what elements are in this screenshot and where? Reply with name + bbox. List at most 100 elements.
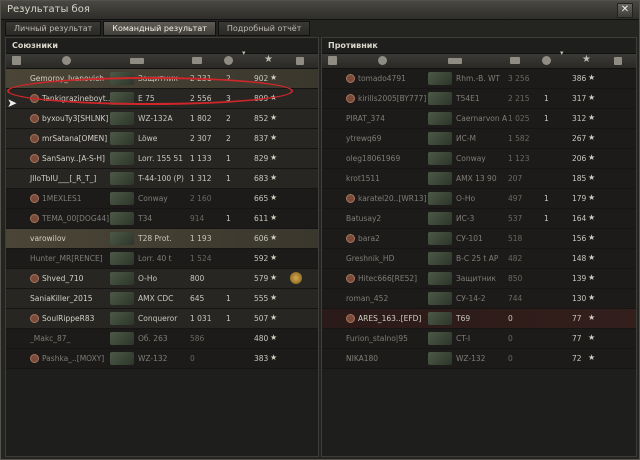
- table-row[interactable]: PIRAT_374 Caernarvon A1 025 1 312 ★: [322, 109, 636, 129]
- player-name[interactable]: roman_452: [346, 294, 388, 303]
- player-name[interactable]: tomado4791: [358, 74, 406, 83]
- table-row[interactable]: Pashka_..[MOXY] WZ-132 0 383 ★: [6, 349, 318, 369]
- table-row[interactable]: mrSatana[OMEN] Löwe 2 307 2 837 ★: [6, 129, 318, 149]
- damage-value: 645: [190, 294, 205, 303]
- tank-name: E 75: [138, 94, 155, 103]
- table-row[interactable]: Batusay2 ИС-3 537 1 164 ★: [322, 209, 636, 229]
- table-row[interactable]: 1MEXLES1 Conway 2 160 665 ★: [6, 189, 318, 209]
- tank-icon: [428, 232, 452, 245]
- damage-icon[interactable]: [510, 57, 520, 64]
- xp-star-icon: ★: [588, 153, 596, 162]
- table-row[interactable]: ytrewq69 ИС-М 1 582 267 ★: [322, 129, 636, 149]
- player-icon[interactable]: [62, 56, 71, 65]
- clan-icon: [346, 194, 355, 203]
- table-row[interactable]: bara2 СУ-101 518 156 ★: [322, 229, 636, 249]
- table-row[interactable]: Gemoroy_Ivanovich Защитник 2 231 2 902 ★: [6, 69, 318, 89]
- xp-star-icon: ★: [588, 213, 596, 222]
- player-name[interactable]: Shved_710: [42, 274, 83, 283]
- table-row[interactable]: ARES_163..[EFD] T69 0 77 ★: [322, 309, 636, 329]
- player-name[interactable]: Hitec666[RE52]: [358, 274, 417, 283]
- player-name[interactable]: bara2: [358, 234, 380, 243]
- player-name[interactable]: krot1511: [346, 174, 380, 183]
- player-name[interactable]: ytrewq69: [346, 134, 381, 143]
- player-name[interactable]: kirills2005[BY777]: [358, 94, 426, 103]
- player-icon[interactable]: [378, 56, 387, 65]
- xp-star-icon[interactable]: ★: [582, 54, 591, 65]
- sort-arrow-icon: ▾: [242, 49, 246, 57]
- player-name[interactable]: Batusay2: [346, 214, 381, 223]
- table-row[interactable]: Greshnik_HD B-C 25 t AP 482 148 ★: [322, 249, 636, 269]
- player-name[interactable]: SaniaKiller_2015: [30, 294, 93, 303]
- player-name[interactable]: mrSatana[OMEN]: [42, 134, 107, 143]
- player-name[interactable]: PIRAT_374: [346, 114, 385, 123]
- table-row[interactable]: karatel20..[WR13] O-Ho 497 1 179 ★: [322, 189, 636, 209]
- kills-icon[interactable]: [542, 56, 551, 65]
- table-row[interactable]: byxouTy3[SHLNK] WZ-132A 1 802 2 852 ★: [6, 109, 318, 129]
- medal-column-icon[interactable]: [296, 57, 304, 65]
- table-row[interactable]: Hitec666[RE52] Защитник 850 139 ★: [322, 269, 636, 289]
- player-name[interactable]: JlIoTbIU___[_R_T_]: [30, 174, 96, 183]
- player-name[interactable]: NIKA180: [346, 354, 378, 363]
- table-row[interactable]: varowilov T28 Prot. 1 193 606 ★: [6, 229, 318, 249]
- tank-name: Lorr. 40 t: [138, 254, 172, 263]
- tank-name: WZ-132A: [138, 114, 173, 123]
- player-name[interactable]: Furion_stalno|95: [346, 334, 408, 343]
- table-row[interactable]: SanSany..[A-S-H] Lorr. 155 51 1 133 1 829 ★: [6, 149, 318, 169]
- player-name[interactable]: SoulRippeR83: [42, 314, 94, 323]
- player-name[interactable]: Greshnik_HD: [346, 254, 394, 263]
- xp-star-icon[interactable]: ★: [264, 54, 273, 65]
- clan-icon: [30, 94, 39, 103]
- table-row[interactable]: Tankigrazineboyt... E 75 2 556 3 899 ★: [6, 89, 318, 109]
- xp-star-icon: ★: [270, 133, 278, 142]
- xp-star-icon: ★: [588, 193, 596, 202]
- tab-personal-result[interactable]: Личный результат: [5, 21, 102, 36]
- player-name[interactable]: ARES_163..[EFD]: [358, 314, 421, 323]
- player-name[interactable]: 1MEXLES1: [42, 194, 82, 203]
- player-name[interactable]: byxouTy3[SHLNK]: [42, 114, 108, 123]
- clan-icon: [30, 194, 39, 203]
- medal-icon[interactable]: [290, 272, 302, 284]
- table-row[interactable]: TEMA_00[DOG44] T34 914 1 611 ★: [6, 209, 318, 229]
- damage-value: 586: [190, 334, 205, 343]
- close-icon[interactable]: ✕: [617, 3, 633, 18]
- table-row[interactable]: SaniaKiller_2015 AMX CDC 645 1 555 ★: [6, 289, 318, 309]
- tank-name: Conqueror: [138, 314, 178, 323]
- damage-value: 2 231: [190, 74, 212, 83]
- squad-icon[interactable]: [328, 56, 337, 65]
- tab-detailed-report[interactable]: Подробный отчёт: [217, 21, 311, 36]
- table-row[interactable]: kirills2005[BY777] T54E1 2 215 1 317 ★: [322, 89, 636, 109]
- table-row[interactable]: Furion_stalno|95 CT-I 0 77 ★: [322, 329, 636, 349]
- tank-icon[interactable]: [130, 58, 144, 64]
- player-name[interactable]: TEMA_00[DOG44]: [42, 214, 109, 223]
- table-row[interactable]: _Makc_87_ Об. 263 586 480 ★: [6, 329, 318, 349]
- player-name[interactable]: Hunter_MR[RENCE]: [30, 254, 103, 263]
- tab-team-result[interactable]: Командный результат: [103, 21, 216, 36]
- player-name[interactable]: varowilov: [30, 234, 66, 243]
- squad-icon[interactable]: [12, 56, 21, 65]
- medal-column-icon[interactable]: [614, 57, 622, 65]
- table-row[interactable]: NIKA180 WZ-132 0 72 ★: [322, 349, 636, 369]
- table-row[interactable]: SoulRippeR83 Conqueror 1 031 1 507 ★: [6, 309, 318, 329]
- table-row[interactable]: roman_452 СУ-14-2 744 130 ★: [322, 289, 636, 309]
- table-row[interactable]: tomado4791 Rhm.-B. WT 3 256 386 ★: [322, 69, 636, 89]
- table-row[interactable]: JlIoTbIU___[_R_T_] T-44-100 (P) 1 312 1 683 ★: [6, 169, 318, 189]
- table-row[interactable]: Hunter_MR[RENCE] Lorr. 40 t 1 524 592 ★: [6, 249, 318, 269]
- player-name[interactable]: oleg18061969: [346, 154, 400, 163]
- table-row[interactable]: Shved_710 O-Ho 800 579 ★: [6, 269, 318, 289]
- tank-icon[interactable]: [448, 58, 462, 64]
- damage-value: 518: [508, 234, 523, 243]
- player-name[interactable]: Gemoroy_Ivanovich: [30, 74, 104, 83]
- xp-value: 72: [572, 354, 582, 363]
- table-row[interactable]: krot1511 AMX 13 90 207 185 ★: [322, 169, 636, 189]
- player-name[interactable]: Pashka_..[MOXY]: [42, 354, 104, 363]
- player-name[interactable]: SanSany..[A-S-H]: [42, 154, 105, 163]
- tank-icon: [110, 332, 134, 345]
- player-name[interactable]: karatel20..[WR13]: [358, 194, 426, 203]
- damage-icon[interactable]: [192, 57, 202, 64]
- table-row[interactable]: oleg18061969 Conway 1 123 206 ★: [322, 149, 636, 169]
- player-name[interactable]: Tankigrazineboyt...: [42, 94, 113, 103]
- kills-icon[interactable]: [224, 56, 233, 65]
- player-name[interactable]: _Makc_87_: [30, 334, 70, 343]
- xp-value: 899: [254, 94, 269, 103]
- tank-name: ИС-3: [456, 214, 475, 223]
